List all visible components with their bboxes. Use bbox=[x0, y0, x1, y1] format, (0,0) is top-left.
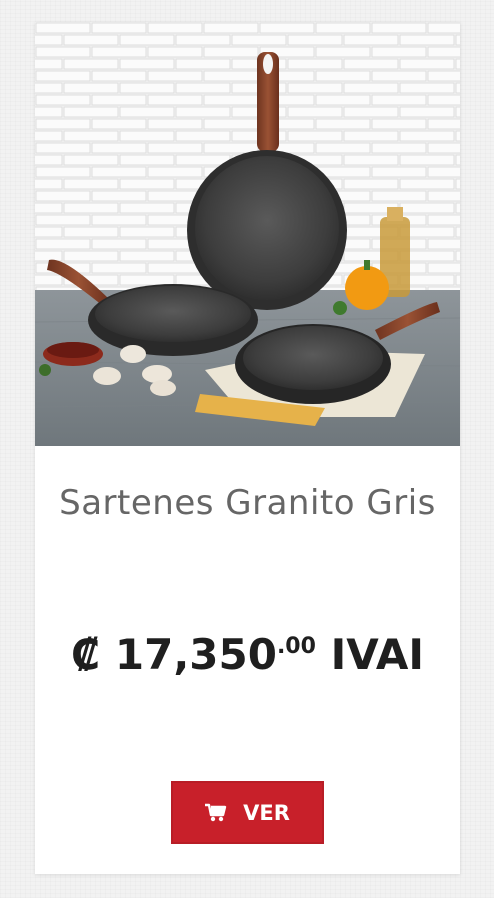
price-whole: 17,350 bbox=[114, 630, 277, 679]
price-decimal: .00 bbox=[276, 634, 316, 659]
view-button-label: VER bbox=[243, 800, 290, 825]
shopping-cart-icon bbox=[205, 803, 227, 821]
tax-label: IVAI bbox=[330, 630, 424, 679]
product-price: ₡ 17,350.00 IVAI bbox=[35, 630, 460, 679]
view-product-button[interactable]: VER bbox=[171, 781, 324, 844]
product-image[interactable] bbox=[35, 22, 460, 446]
product-card: Sartenes Granito Gris ₡ 17,350.00 IVAI V… bbox=[35, 22, 460, 874]
currency-symbol: ₡ bbox=[71, 630, 101, 679]
product-title[interactable]: Sartenes Granito Gris bbox=[55, 478, 440, 528]
